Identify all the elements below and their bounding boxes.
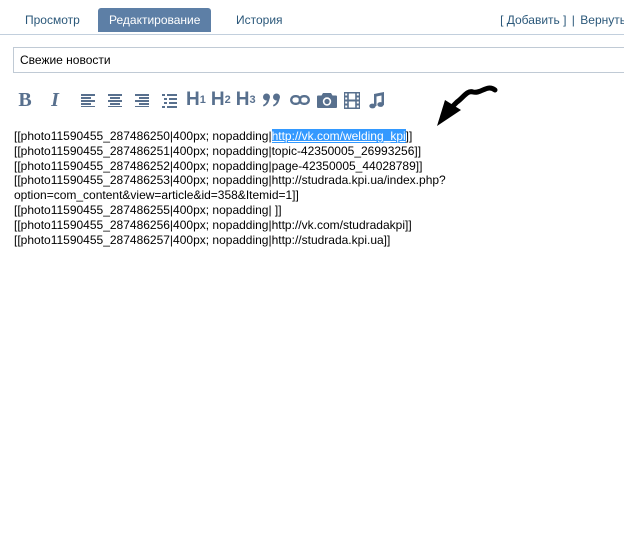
h1-number: 1 — [199, 94, 206, 106]
content-line-4: [[photo11590455_287486253|400px; nopaddi… — [14, 173, 446, 188]
line-1-suffix: ]] — [405, 129, 413, 143]
content-line-3: [[photo11590455_287486252|400px; nopaddi… — [14, 158, 423, 173]
h3-letter: H — [235, 89, 250, 110]
align-right-icon[interactable] — [134, 88, 150, 112]
tab-history[interactable]: История — [225, 8, 294, 32]
content-line-2: [[photo11590455_287486251|400px; nopaddi… — [14, 143, 422, 158]
title-input[interactable] — [13, 47, 624, 73]
content-line-7: [[photo11590455_287486256|400px; nopaddi… — [14, 217, 412, 232]
align-center-icon[interactable] — [107, 88, 123, 112]
line-1-prefix: [[photo11590455_287486250|400px; nopaddi… — [14, 129, 272, 143]
film-icon[interactable] — [343, 88, 361, 112]
align-left-icon[interactable] — [80, 88, 96, 112]
selected-link-text: http://vk.com/welding_kpi — [271, 129, 406, 143]
h3-icon[interactable]: H3 — [236, 88, 256, 112]
tab-bar: Просмотр Редактирование История [ Добави… — [0, 0, 624, 35]
content-line-8: [[photo11590455_287486257|400px; nopaddi… — [14, 232, 391, 247]
content-line-1: [[photo11590455_287486250|400px; nopaddi… — [14, 129, 614, 144]
music-note-icon[interactable] — [368, 88, 386, 112]
tab-preview[interactable]: Просмотр — [14, 8, 91, 32]
tab-actions: [ Добавить ] | Вернуть — [500, 8, 624, 32]
editor-textarea[interactable]: [[photo11590455_287486250|400px; nopaddi… — [14, 129, 614, 247]
content-line-6: [[photo11590455_287486255|400px; nopaddi… — [14, 202, 282, 217]
add-link[interactable]: [ Добавить ] — [500, 13, 566, 27]
tab-edit[interactable]: Редактирование — [98, 8, 212, 32]
h1-icon[interactable]: H1 — [186, 88, 206, 112]
content-line-5: option=com_content&view=article&id=358&I… — [14, 188, 299, 203]
list-icon[interactable] — [161, 88, 177, 112]
bold-icon[interactable]: B — [14, 88, 36, 112]
italic-icon[interactable]: I — [44, 88, 66, 112]
h2-icon[interactable]: H2 — [211, 88, 231, 112]
link-icon[interactable] — [289, 88, 311, 112]
camera-icon[interactable] — [316, 88, 338, 112]
pointer-arrow-icon — [437, 85, 498, 126]
editor-toolbar: B I H1 H2 H3 — [14, 88, 386, 112]
return-link[interactable]: Вернуть — [580, 13, 624, 27]
h3-number: 3 — [249, 94, 256, 106]
h1-letter: H — [186, 89, 200, 110]
h2-letter: H — [210, 89, 225, 110]
actions-separator: | — [571, 13, 575, 27]
quote-icon[interactable] — [261, 88, 283, 112]
h2-number: 2 — [224, 94, 231, 106]
